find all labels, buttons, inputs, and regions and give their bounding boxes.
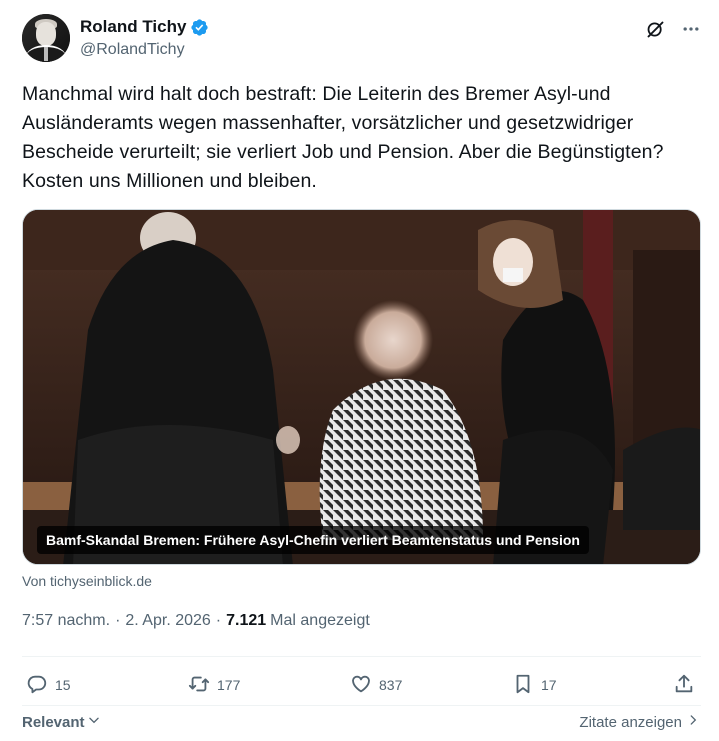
- bookmark-button[interactable]: 17: [512, 670, 557, 700]
- verified-badge-icon[interactable]: [190, 18, 209, 37]
- header-actions: [644, 18, 702, 40]
- chevron-down-icon: [87, 713, 101, 731]
- meta-separator: ·: [215, 612, 222, 629]
- tweet-text: Manchmal wird halt doch bestraft: Die Le…: [22, 83, 664, 192]
- meta-separator: ·: [115, 612, 121, 629]
- tweet-time[interactable]: 7:57 nachm.: [22, 612, 110, 630]
- reply-icon: [26, 673, 48, 698]
- tweet-date[interactable]: 2. Apr. 2026: [125, 612, 210, 630]
- tweet-footer: Relevant Zitate anzeigen: [22, 709, 702, 737]
- sort-label: Relevant: [22, 713, 85, 731]
- share-button[interactable]: [673, 670, 695, 700]
- divider: [22, 656, 701, 657]
- media-caption: Bamf-Skandal Bremen: Frühere Asyl-Chefin…: [37, 526, 589, 554]
- tweet-media-card[interactable]: Bamf-Skandal Bremen: Frühere Asyl-Chefin…: [22, 209, 701, 565]
- views-count: 7.121: [226, 612, 267, 629]
- repost-icon: [188, 673, 210, 698]
- reply-count: 15: [55, 677, 71, 693]
- author-handle[interactable]: @RolandTichy: [80, 41, 209, 59]
- more-icon[interactable]: [680, 18, 702, 40]
- quotes-label: Zitate anzeigen: [579, 713, 682, 731]
- bookmark-icon: [512, 673, 534, 698]
- chevron-right-icon: [686, 713, 700, 731]
- like-button[interactable]: 837: [350, 670, 402, 700]
- tweet-meta: 7:57 nachm. · 2. Apr. 2026 · 7.121 Mal a…: [22, 612, 370, 630]
- share-icon: [673, 673, 695, 698]
- repost-button[interactable]: 177: [188, 670, 240, 700]
- action-bar: 15 177 837 17: [22, 670, 702, 700]
- heart-icon: [350, 673, 372, 698]
- author-names: Roland Tichy @RolandTichy: [80, 16, 209, 59]
- view-quotes-link[interactable]: Zitate anzeigen: [579, 713, 700, 731]
- link-source[interactable]: Von tichyseinblick.de: [22, 573, 152, 589]
- tweet-header: Roland Tichy @RolandTichy: [22, 14, 702, 62]
- views-label: Mal angezeigt: [270, 612, 370, 629]
- repost-count: 177: [217, 677, 241, 693]
- divider: [22, 705, 701, 706]
- avatar[interactable]: [22, 14, 70, 62]
- author-display-name[interactable]: Roland Tichy: [80, 17, 186, 37]
- sort-dropdown[interactable]: Relevant: [22, 713, 101, 731]
- bookmark-count: 17: [541, 677, 557, 693]
- courtroom-photo: [23, 210, 700, 564]
- like-count: 837: [379, 677, 403, 693]
- grok-icon[interactable]: [644, 18, 666, 40]
- reply-button[interactable]: 15: [26, 670, 71, 700]
